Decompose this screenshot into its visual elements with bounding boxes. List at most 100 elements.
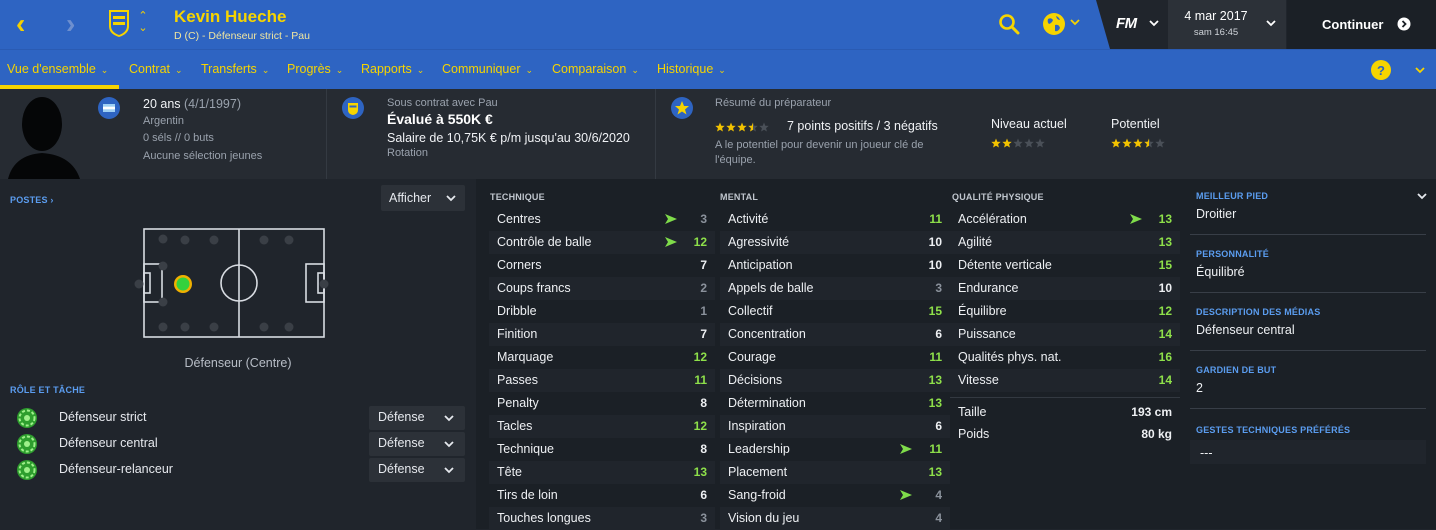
attribute-row[interactable]: Activité 11	[720, 208, 950, 231]
chevron-down-icon[interactable]	[1265, 16, 1277, 30]
attribute-row[interactable]: Endurance 10	[950, 277, 1180, 300]
squad-status: Rotation	[387, 147, 428, 159]
divider	[1190, 292, 1426, 293]
attribute-row[interactable]: Anticipation 10	[720, 254, 950, 277]
role-row[interactable]: Défenseur strict Défense	[16, 406, 468, 430]
attribute-name: Détermination	[728, 396, 806, 410]
attribute-row[interactable]: Concentration 6	[720, 323, 950, 346]
attribute-value: 2	[700, 281, 707, 295]
attribute-row[interactable]: Marquage 12	[489, 346, 715, 369]
attribute-value: 1	[700, 304, 707, 318]
duty-dropdown[interactable]: Défense	[369, 406, 465, 430]
attribute-row[interactable]: Sang-froid 4	[720, 484, 950, 507]
mental-title: MENTAL	[720, 192, 759, 202]
role-suitability-icon	[17, 408, 37, 428]
attribute-row[interactable]: Détermination 13	[720, 392, 950, 415]
duty-dropdown[interactable]: Défense	[369, 458, 465, 482]
show-dropdown[interactable]: Afficher	[381, 185, 465, 211]
divider	[655, 89, 656, 179]
attribute-row[interactable]: Technique 8	[489, 438, 715, 461]
role-row[interactable]: Défenseur central Défense	[16, 432, 468, 456]
attribute-row[interactable]: Tête 13	[489, 461, 715, 484]
attribute-name: Placement	[728, 465, 788, 479]
tab-communicate[interactable]: Communiquer ⌄	[442, 62, 533, 76]
attribute-row[interactable]: Appels de balle 3	[720, 277, 950, 300]
potential-ability-stars	[1111, 138, 1165, 148]
attribute-row[interactable]: Centres 3	[489, 208, 715, 231]
attribute-row[interactable]: Courage 11	[720, 346, 950, 369]
attribute-row[interactable]: Inspiration 6	[720, 415, 950, 438]
search-icon[interactable]	[998, 13, 1020, 35]
back-arrow-icon[interactable]: ‹	[16, 10, 40, 38]
attribute-row[interactable]: Collectif 15	[720, 300, 950, 323]
attribute-row[interactable]: Touches longues 3	[489, 507, 715, 530]
attribute-row[interactable]: Tirs de loin 6	[489, 484, 715, 507]
details-panel	[1186, 179, 1436, 529]
date-box[interactable]: 4 mar 2017 sam 16:45	[1168, 0, 1286, 49]
attribute-row[interactable]: Accélération 13	[950, 208, 1180, 231]
globe-icon[interactable]	[1042, 12, 1066, 36]
attribute-row[interactable]: Vision du jeu 4	[720, 507, 950, 530]
highlight-arrow-icon	[900, 444, 912, 454]
fm-logo[interactable]: FM	[1116, 15, 1137, 32]
attribute-row[interactable]: Placement 13	[720, 461, 950, 484]
roles-title: RÔLE ET TÂCHE	[10, 385, 86, 395]
tab-overview[interactable]: Vue d'ensemble ⌄	[7, 62, 108, 76]
attribute-name: Technique	[497, 442, 554, 456]
club-crest-icon[interactable]	[107, 8, 131, 38]
attribute-row[interactable]: Agressivité 10	[720, 231, 950, 254]
positions-title[interactable]: POSTES ›	[10, 195, 54, 205]
tab-progress[interactable]: Progrès ⌄	[287, 62, 343, 76]
attribute-row[interactable]: Qualités phys. nat. 16	[950, 346, 1180, 369]
attribute-name: Courage	[728, 350, 776, 364]
role-suitability-icon	[17, 460, 37, 480]
attribute-row[interactable]: Puissance 14	[950, 323, 1180, 346]
attribute-value: 6	[935, 419, 942, 433]
coach-note: l'équipe.	[715, 154, 756, 166]
attribute-row[interactable]: Contrôle de balle 12	[489, 231, 715, 254]
attribute-row[interactable]: Agilité 13	[950, 231, 1180, 254]
tab-comparison[interactable]: Comparaison ⌄	[552, 62, 639, 76]
tab-reports[interactable]: Rapports ⌄	[361, 62, 424, 76]
attribute-name: Appels de balle	[728, 281, 814, 295]
highlight-arrow-icon	[1130, 214, 1142, 224]
attribute-row[interactable]: Dribble 1	[489, 300, 715, 323]
chevron-down-icon[interactable]	[1416, 190, 1428, 202]
attribute-value: 11	[929, 212, 942, 226]
attribute-row[interactable]: Corners 7	[489, 254, 715, 277]
tab-history[interactable]: Historique ⌄	[657, 62, 726, 76]
star-icon	[1155, 138, 1165, 148]
continue-label: Continuer	[1322, 17, 1384, 32]
preferred-moves-box	[1190, 440, 1426, 464]
forward-arrow-icon[interactable]: ›	[66, 10, 90, 38]
chevron-down-icon[interactable]	[1148, 16, 1160, 30]
chevron-down-icon[interactable]	[1069, 15, 1081, 29]
physical-title: QUALITÉ PHYSIQUE	[952, 192, 1044, 202]
player-nationality: Argentin	[143, 115, 184, 127]
tab-transfers[interactable]: Transferts ⌄	[201, 62, 269, 76]
role-row[interactable]: Défenseur-relanceur Défense	[16, 458, 468, 482]
media-description-value: Défenseur central	[1196, 323, 1295, 337]
attribute-name: Tirs de loin	[497, 488, 558, 502]
chevron-down-icon[interactable]	[1414, 64, 1426, 76]
attribute-row[interactable]: Tacles 12	[489, 415, 715, 438]
attribute-row[interactable]: Leadership 11	[720, 438, 950, 461]
attribute-row[interactable]: Vitesse 14	[950, 369, 1180, 392]
attribute-row[interactable]: Décisions 13	[720, 369, 950, 392]
club-switch-icon[interactable]: ⌃ ⌄	[137, 10, 149, 34]
help-icon[interactable]: ?	[1371, 60, 1391, 80]
tab-contract[interactable]: Contrat ⌄	[129, 62, 183, 76]
attribute-row[interactable]: Coups francs 2	[489, 277, 715, 300]
star-icon	[737, 122, 747, 132]
continue-button[interactable]: Continuer	[1287, 0, 1436, 49]
attribute-row[interactable]: Penalty 8	[489, 392, 715, 415]
attribute-row[interactable]: Finition 7	[489, 323, 715, 346]
attribute-value: 10	[928, 258, 942, 272]
player-youth-caps: Aucune sélection jeunes	[143, 150, 263, 162]
duty-dropdown[interactable]: Défense	[369, 432, 465, 456]
attribute-row[interactable]: Passes 11	[489, 369, 715, 392]
role-name: Défenseur strict	[59, 410, 147, 424]
attribute-row[interactable]: Détente verticale 15	[950, 254, 1180, 277]
attribute-row[interactable]: Équilibre 12	[950, 300, 1180, 323]
chevron-down-icon	[444, 467, 454, 474]
